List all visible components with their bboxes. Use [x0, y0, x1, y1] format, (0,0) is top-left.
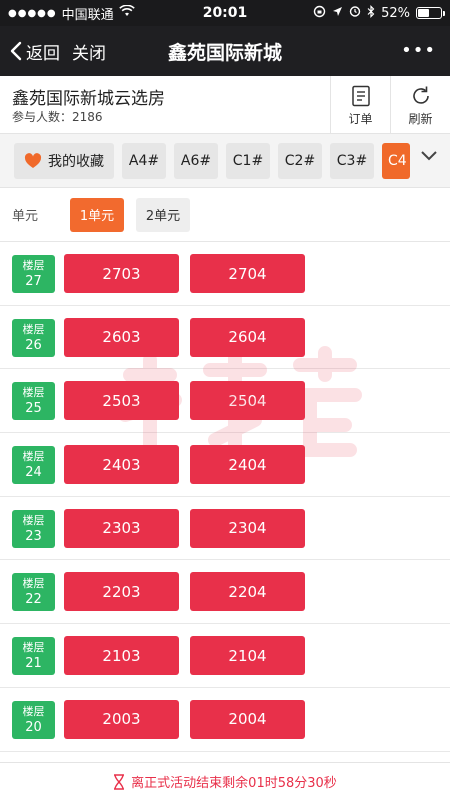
floor-list: 楼层 27 2703 2704 楼层 26 2603 2604 楼层 25 2503 … [0, 242, 450, 762]
room-button[interactable]: 2304 [190, 508, 305, 548]
battery-percent: 52% [381, 5, 410, 21]
floor-row: 楼层 21 2103 2104 [0, 624, 450, 688]
floor-row: 楼层 26 2603 2604 [0, 306, 450, 370]
building-chip-a6[interactable]: A6# [174, 142, 218, 179]
room-button[interactable]: 2504 [190, 381, 305, 421]
heart-icon [24, 152, 42, 168]
room-button[interactable]: 2603 [64, 317, 179, 357]
room-button[interactable]: 2404 [190, 445, 305, 485]
floor-badge: 楼层 21 [12, 637, 55, 676]
participant-count: 参与人数：2186 [12, 110, 103, 124]
project-header: 鑫苑国际新城云选房 参与人数：2186 订单 刷新 [0, 76, 450, 134]
battery-icon [416, 7, 445, 19]
alarm-icon [349, 5, 361, 21]
bluetooth-icon [367, 4, 375, 22]
nav-bar: 返回 关闭 鑫苑国际新城 ••• [0, 26, 450, 76]
more-menu-button[interactable]: ••• [401, 40, 436, 61]
building-chip-c4[interactable]: C4 [382, 142, 410, 179]
floor-row: 楼层 24 2403 2404 [0, 433, 450, 497]
room-button[interactable]: 2103 [64, 636, 179, 676]
chevron-down-icon[interactable] [420, 150, 438, 162]
floor-number: 25 [25, 401, 42, 417]
unit-selector: 单元 1单元 2单元 [0, 188, 450, 242]
room-button[interactable]: 2503 [64, 381, 179, 421]
room-button[interactable]: 2703 [64, 254, 179, 293]
building-chip-c3[interactable]: C3# [330, 142, 374, 179]
back-button[interactable]: 返回 [0, 39, 60, 64]
refresh-label: 刷新 [408, 112, 433, 126]
floor-number: 22 [25, 592, 42, 608]
status-bar: ●●●●● 中国联通 20:01 52% [0, 0, 450, 26]
refresh-icon [412, 86, 429, 104]
building-chip-a4[interactable]: A4# [122, 142, 166, 179]
room-button[interactable]: 2003 [64, 699, 179, 739]
room-button[interactable]: 2204 [190, 572, 305, 612]
orders-label: 订单 [348, 112, 373, 126]
project-name: 鑫苑国际新城云选房 [12, 89, 165, 109]
floor-row: 楼层 27 2703 2704 [0, 242, 450, 306]
floor-row: 楼层 23 2303 2304 [0, 497, 450, 561]
room-button[interactable]: 2403 [64, 445, 179, 485]
unit-tab-2[interactable]: 2单元 [136, 197, 190, 232]
refresh-button[interactable]: 刷新 [390, 76, 450, 134]
floor-badge: 楼层 23 [12, 509, 55, 548]
floor-row: 楼层 25 2503 2504 [0, 369, 450, 434]
favorites-button[interactable]: 我的收藏 [14, 142, 114, 179]
floor-number: 24 [25, 465, 42, 481]
room-button[interactable]: 2704 [190, 254, 305, 293]
floor-number: 21 [25, 656, 42, 672]
page-title: 鑫苑国际新城 [167, 41, 282, 64]
favorites-label: 我的收藏 [48, 153, 104, 170]
floor-badge: 楼层 26 [12, 318, 55, 357]
room-button[interactable]: 2203 [64, 572, 179, 612]
building-chip-c2[interactable]: C2# [278, 142, 322, 179]
location-icon [332, 6, 343, 21]
back-label: 返回 [26, 43, 60, 64]
unit-tab-1[interactable]: 1单元 [70, 197, 124, 232]
order-list-icon [351, 85, 370, 107]
hourglass-icon [114, 773, 125, 790]
orders-button[interactable]: 订单 [330, 76, 390, 134]
building-filter-bar: 我的收藏 A4# A6# C1# C2# C3# C4 [0, 134, 450, 188]
room-button[interactable]: 2004 [190, 699, 305, 739]
countdown-text: 离正式活动结束剩余01时58分30秒 [131, 776, 337, 791]
floor-badge: 楼层 22 [12, 573, 55, 612]
floor-badge: 楼层 24 [12, 446, 55, 485]
building-chip-c1[interactable]: C1# [226, 142, 270, 179]
floor-badge: 楼层 25 [12, 382, 55, 421]
room-button[interactable]: 2303 [64, 508, 179, 548]
close-button[interactable]: 关闭 [72, 39, 106, 64]
floor-row: 楼层 22 2203 2204 [0, 560, 450, 625]
chevron-left-icon [10, 41, 22, 61]
floor-number: 27 [25, 274, 42, 289]
floor-badge: 楼层 20 [12, 700, 55, 739]
floor-number: 26 [25, 337, 42, 353]
rotation-lock-icon [313, 5, 326, 22]
floor-number: 20 [25, 719, 42, 735]
room-button[interactable]: 2604 [190, 317, 305, 357]
floor-number: 23 [25, 528, 42, 544]
unit-label: 单元 [12, 209, 39, 224]
floor-badge: 楼层 27 [12, 255, 55, 293]
countdown-bar: 离正式活动结束剩余01时58分30秒 [0, 762, 450, 800]
floor-row: 楼层 20 2003 2004 [0, 688, 450, 752]
room-button[interactable]: 2104 [190, 636, 305, 676]
